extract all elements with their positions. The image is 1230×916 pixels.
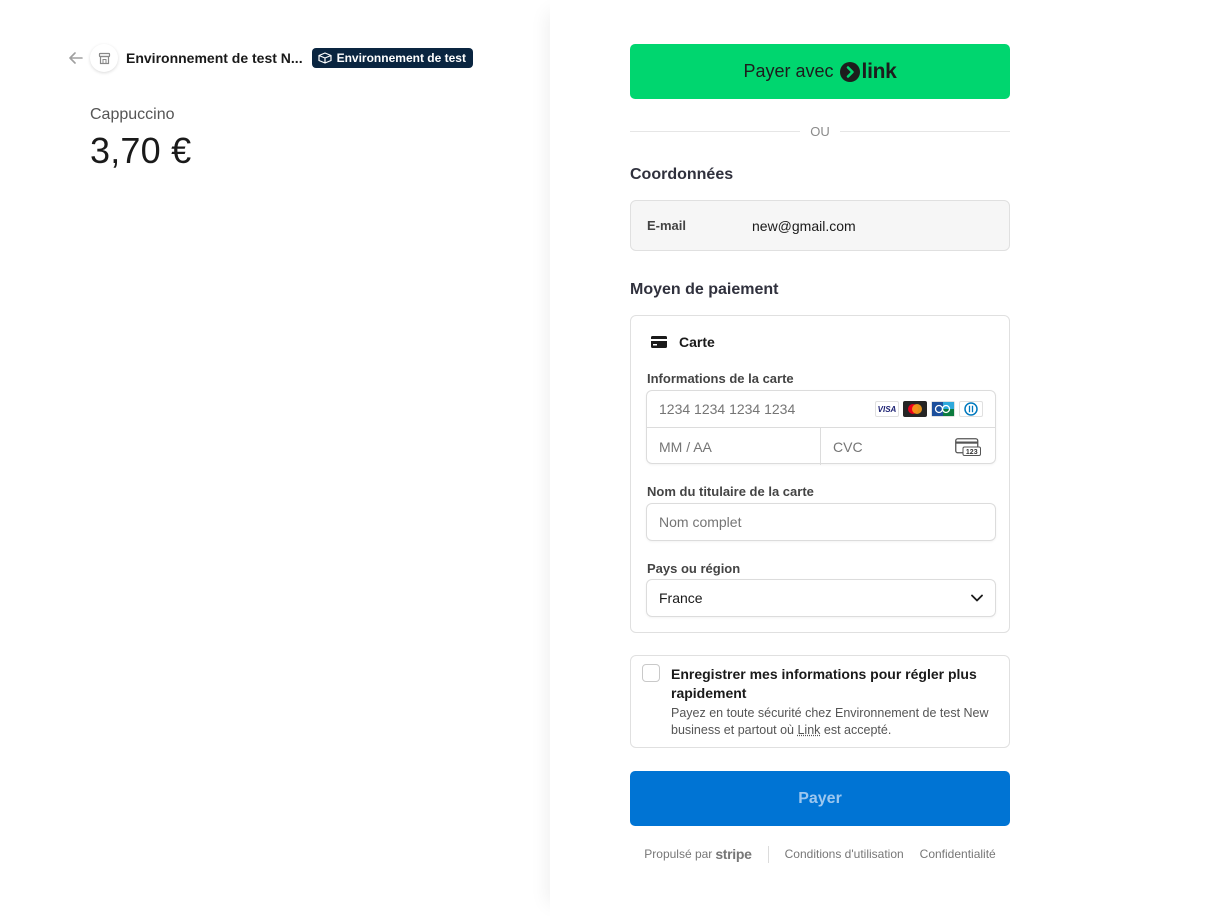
save-info-desc-end: est accepté. (820, 723, 892, 737)
back-arrow-icon[interactable] (66, 48, 86, 68)
cvc-cell: 123 (821, 428, 995, 465)
save-info-box: Enregistrer mes informations pour régler… (630, 655, 1010, 748)
card-details-row: 123 (647, 428, 995, 465)
expiry-cell (647, 428, 821, 465)
store-icon (90, 44, 118, 72)
svg-text:VISA: VISA (878, 405, 897, 413)
payment-method-label: Carte (679, 334, 715, 350)
link-chevron-icon (839, 61, 860, 82)
card-payment-section: Carte Informations de la carte VISA (630, 315, 1010, 633)
payment-section-title: Moyen de paiement (630, 281, 779, 298)
email-label: E-mail (647, 218, 687, 233)
link-info-link[interactable]: Link (797, 723, 820, 737)
email-field[interactable]: E-mail new@gmail.com (630, 200, 1010, 251)
payment-panel: Payer avec link OU Coordonnées E-mail ne… (550, 0, 1230, 916)
cvc-input[interactable] (833, 438, 943, 455)
test-badge-label: Environnement de test (336, 51, 466, 65)
payment-method-card: Carte (651, 334, 715, 350)
privacy-link[interactable]: Confidentialité (920, 847, 996, 861)
product-price: 3,70 € (90, 130, 192, 171)
save-info-description: Payez en toute sécurité chez Environneme… (671, 705, 1003, 739)
footer: Propulsé par stripe Conditions d'utilisa… (630, 845, 1010, 863)
country-label: Pays ou région (647, 561, 741, 576)
card-brands: VISA (875, 401, 983, 417)
card-info-label: Informations de la carte (647, 371, 794, 386)
link-button-label: Payer avec (743, 61, 834, 81)
divider-line-left (630, 130, 801, 132)
merchant-name: Environnement de test N... (126, 50, 303, 66)
cardholder-label: Nom du titulaire de la carte (647, 484, 814, 499)
order-summary-panel: Environnement de test N... Environnement… (0, 0, 550, 916)
cardholder-input[interactable] (659, 514, 979, 530)
country-value: France (659, 590, 703, 606)
footer-separator (767, 845, 769, 863)
merchant-header: Environnement de test N... Environnement… (66, 44, 473, 72)
terms-link[interactable]: Conditions d'utilisation (785, 847, 904, 861)
card-input-group: VISA (646, 390, 996, 465)
pay-button[interactable]: Payer (630, 771, 1010, 826)
card-number-input[interactable] (659, 401, 859, 417)
or-label: OU (810, 123, 830, 139)
save-info-title: Enregistrer mes informations pour régler… (671, 666, 977, 701)
pay-with-link-button[interactable]: Payer avec link (630, 44, 1010, 99)
cardholder-field (646, 503, 996, 541)
stripe-logo: stripe (715, 846, 752, 862)
link-brand-text: link (861, 59, 897, 83)
contact-section-title: Coordonnées (630, 166, 734, 183)
credit-card-icon (651, 336, 667, 348)
cvc-card-icon: 123 (955, 438, 981, 456)
product-name: Cappuccino (90, 106, 175, 123)
save-info-checkbox[interactable] (642, 664, 660, 682)
country-select[interactable]: France (646, 579, 996, 617)
cartes-bancaires-icon (931, 401, 955, 417)
or-divider: OU (630, 122, 1010, 140)
divider-line-right (839, 130, 1010, 132)
diners-icon (959, 401, 983, 417)
email-value: new@gmail.com (752, 217, 856, 234)
box-icon (317, 52, 332, 64)
powered-by-stripe[interactable]: Propulsé par stripe (644, 846, 752, 862)
expiry-input[interactable] (659, 438, 799, 455)
cvc-icon-text: 123 (966, 449, 978, 456)
card-number-row: VISA (647, 391, 995, 428)
visa-icon: VISA (875, 401, 899, 417)
mastercard-icon (903, 401, 927, 417)
chevron-down-icon (971, 594, 983, 602)
link-logo: link (839, 59, 897, 84)
powered-by-label: Propulsé par (644, 847, 713, 861)
test-mode-badge: Environnement de test (311, 48, 473, 68)
